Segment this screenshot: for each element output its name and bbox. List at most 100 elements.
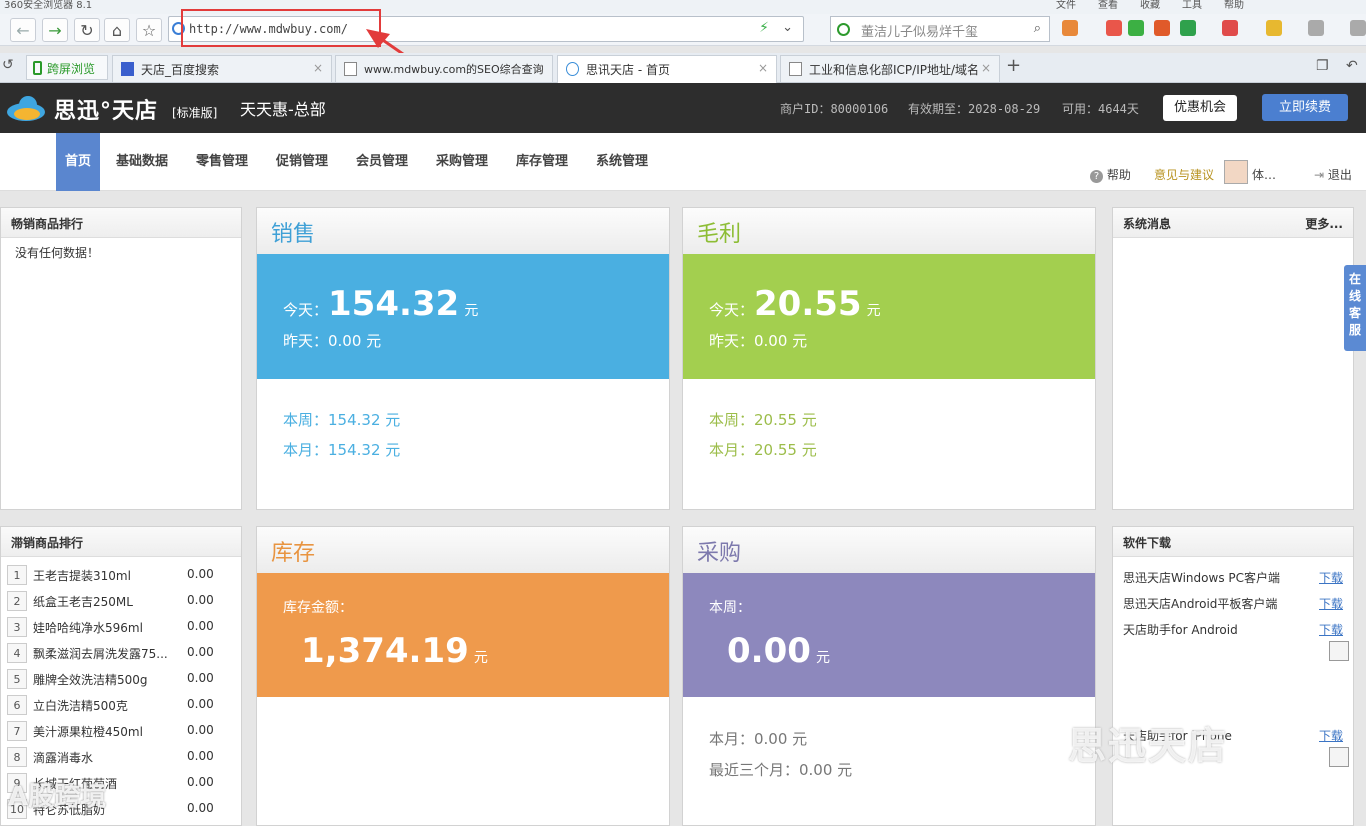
product-value: 0.00 (187, 801, 214, 815)
menu-favorites[interactable]: 收藏 (1140, 0, 1160, 11)
download-link[interactable]: 下载 (1319, 727, 1343, 744)
wechat-icon[interactable] (1128, 20, 1144, 36)
home-button[interactable]: ⌂ (104, 18, 130, 42)
forward-button[interactable]: → (42, 18, 68, 42)
logout-link[interactable]: ⇥ 退出 (1314, 166, 1352, 183)
logout-label: 退出 (1327, 168, 1352, 182)
home-icon: ⌂ (111, 20, 123, 40)
panel-title: 毛利 (683, 208, 1095, 254)
search-icon[interactable]: ⌕ (1034, 21, 1041, 36)
download-link[interactable]: 下载 (1319, 595, 1343, 612)
tab-sixun-home[interactable]: 思讯天店 - 首页 × (557, 55, 777, 83)
close-icon[interactable]: × (981, 61, 991, 75)
rank-badge: 4 (7, 643, 27, 663)
close-icon[interactable]: × (758, 61, 768, 75)
product-name: 滴露消毒水 (33, 751, 94, 765)
tab-miit[interactable]: 工业和信息化部ICP/IP地址/域名 × (780, 55, 1000, 82)
stock-panel: 库存 库存金额： 1,374.19 元 (256, 526, 670, 826)
tab-cross-screen[interactable]: 跨屏浏览 (26, 55, 108, 80)
empty-message: 没有任何数据！ (15, 246, 100, 260)
menu-help[interactable]: 帮助 (1224, 0, 1244, 11)
promo-button[interactable]: 优惠机会 (1163, 95, 1237, 121)
user-name[interactable]: 体… (1252, 166, 1276, 183)
page-icon (344, 62, 357, 76)
more-link[interactable]: 更多... (1305, 215, 1343, 232)
speedup-icon[interactable]: ⚡ (759, 20, 769, 36)
today-value: 154.32 (328, 284, 460, 324)
product-name: 纸盒王老吉250ML (33, 595, 133, 609)
tab-label: 思讯天店 - 首页 (586, 63, 670, 77)
product-name: 美汁源果粒橙450ml (33, 725, 143, 739)
back-button[interactable]: ← (10, 18, 36, 42)
product-value: 0.00 (187, 567, 214, 581)
nav-retail[interactable]: 零售管理 (196, 133, 248, 191)
shield-icon[interactable] (1180, 20, 1196, 36)
product-value: 0.00 (187, 697, 214, 711)
nav-member[interactable]: 会员管理 (356, 133, 408, 191)
avatar[interactable] (1224, 160, 1248, 184)
close-icon[interactable]: × (534, 61, 544, 75)
sales-month: 本月：154.32 元 (283, 441, 401, 459)
question-icon: ? (1090, 170, 1103, 183)
search-input[interactable]: 董洁儿子似易烊千玺 (861, 21, 978, 40)
url-highlight-box (181, 9, 381, 47)
days-available: 可用：4644天 (1062, 102, 1139, 116)
mail-icon[interactable] (1106, 20, 1122, 36)
download-item-name: 天店助手for Android (1123, 623, 1238, 637)
help-link[interactable]: ? 帮助 (1090, 166, 1131, 183)
restore-icon[interactable]: ↺ (2, 57, 14, 73)
nav-inventory[interactable]: 库存管理 (516, 133, 568, 191)
download-link[interactable]: 下载 (1319, 569, 1343, 586)
online-service-button[interactable]: 在线客服 (1344, 265, 1366, 351)
favorite-button[interactable]: ☆ (136, 18, 162, 42)
plugin-icon[interactable] (1266, 20, 1282, 36)
panel-title: 销售 (257, 208, 669, 254)
apps-icon[interactable] (1062, 20, 1078, 36)
stock-highlight: 库存金额： 1,374.19 元 (257, 573, 669, 697)
refresh-icon: ↻ (80, 20, 94, 40)
edition-label: [标准版] (172, 106, 218, 120)
feedback-link[interactable]: 意见与建议 (1154, 166, 1214, 183)
profit-highlight: 今天：20.55 元 昨天：0.00 元 (683, 254, 1095, 379)
menu-file[interactable]: 文件 (1056, 0, 1076, 11)
stock-value: 1,374.19 (301, 631, 469, 671)
refresh-button[interactable]: ↻ (74, 18, 100, 42)
help-label: 帮助 (1106, 168, 1131, 182)
nav-system[interactable]: 系统管理 (596, 133, 648, 191)
tab-seo[interactable]: www.mdwbuy.com的SEO综合查询 × (335, 55, 553, 82)
tools-icon[interactable] (1350, 20, 1366, 36)
product-value: 0.00 (187, 593, 214, 607)
profit-month: 本月：20.55 元 (709, 441, 817, 459)
baidu-paw-icon (121, 62, 134, 76)
menu-tools[interactable]: 工具 (1182, 0, 1202, 11)
download-item-name: 思迅天店Windows PC客户端 (1123, 571, 1280, 585)
merchant-id: 商户ID：80000106 (780, 102, 889, 116)
nav-purchase[interactable]: 采购管理 (436, 133, 488, 191)
watermark-sixun: 思迅天店 (1068, 724, 1229, 768)
tab-list-icon[interactable]: ❐ (1316, 58, 1329, 74)
nav-promotion[interactable]: 促销管理 (276, 133, 328, 191)
search-box[interactable]: 董洁儿子似易烊千玺 ⌕ (830, 16, 1050, 42)
qr-image-placeholder (1329, 747, 1349, 767)
shop-icon[interactable] (1154, 20, 1170, 36)
bestsellers-panel: 畅销商品排行 没有任何数据！ (0, 207, 242, 510)
chevron-down-icon[interactable]: ⌄ (782, 20, 793, 35)
nav-base-data[interactable]: 基础数据 (116, 133, 168, 191)
download-link[interactable]: 下载 (1319, 621, 1343, 638)
logout-icon: ⇥ (1314, 168, 1325, 182)
undo-close-icon[interactable]: ↶ (1346, 58, 1358, 74)
new-tab-button[interactable]: + (1006, 55, 1021, 76)
profit-panel: 毛利 今天：20.55 元 昨天：0.00 元 本周：20.55 元 本月：20… (682, 207, 1096, 510)
tab-baidu[interactable]: 天店_百度搜索 × (112, 55, 332, 82)
nav-home[interactable]: 首页 (56, 133, 100, 191)
menu-view[interactable]: 查看 (1098, 0, 1118, 11)
sales-today: 今天：154.32 元 (283, 284, 478, 324)
game-icon[interactable] (1308, 20, 1324, 36)
renew-button[interactable]: 立即续费 (1262, 94, 1348, 121)
product-value: 0.00 (187, 645, 214, 659)
sales-panel: 销售 今天：154.32 元 昨天：0.00 元 本周：154.32 元 本月：… (256, 207, 670, 510)
pdf-icon[interactable] (1222, 20, 1238, 36)
close-icon[interactable]: × (313, 61, 323, 75)
purchase-highlight: 本周： 0.00 元 (683, 573, 1095, 697)
profit-today: 今天：20.55 元 (709, 284, 881, 324)
